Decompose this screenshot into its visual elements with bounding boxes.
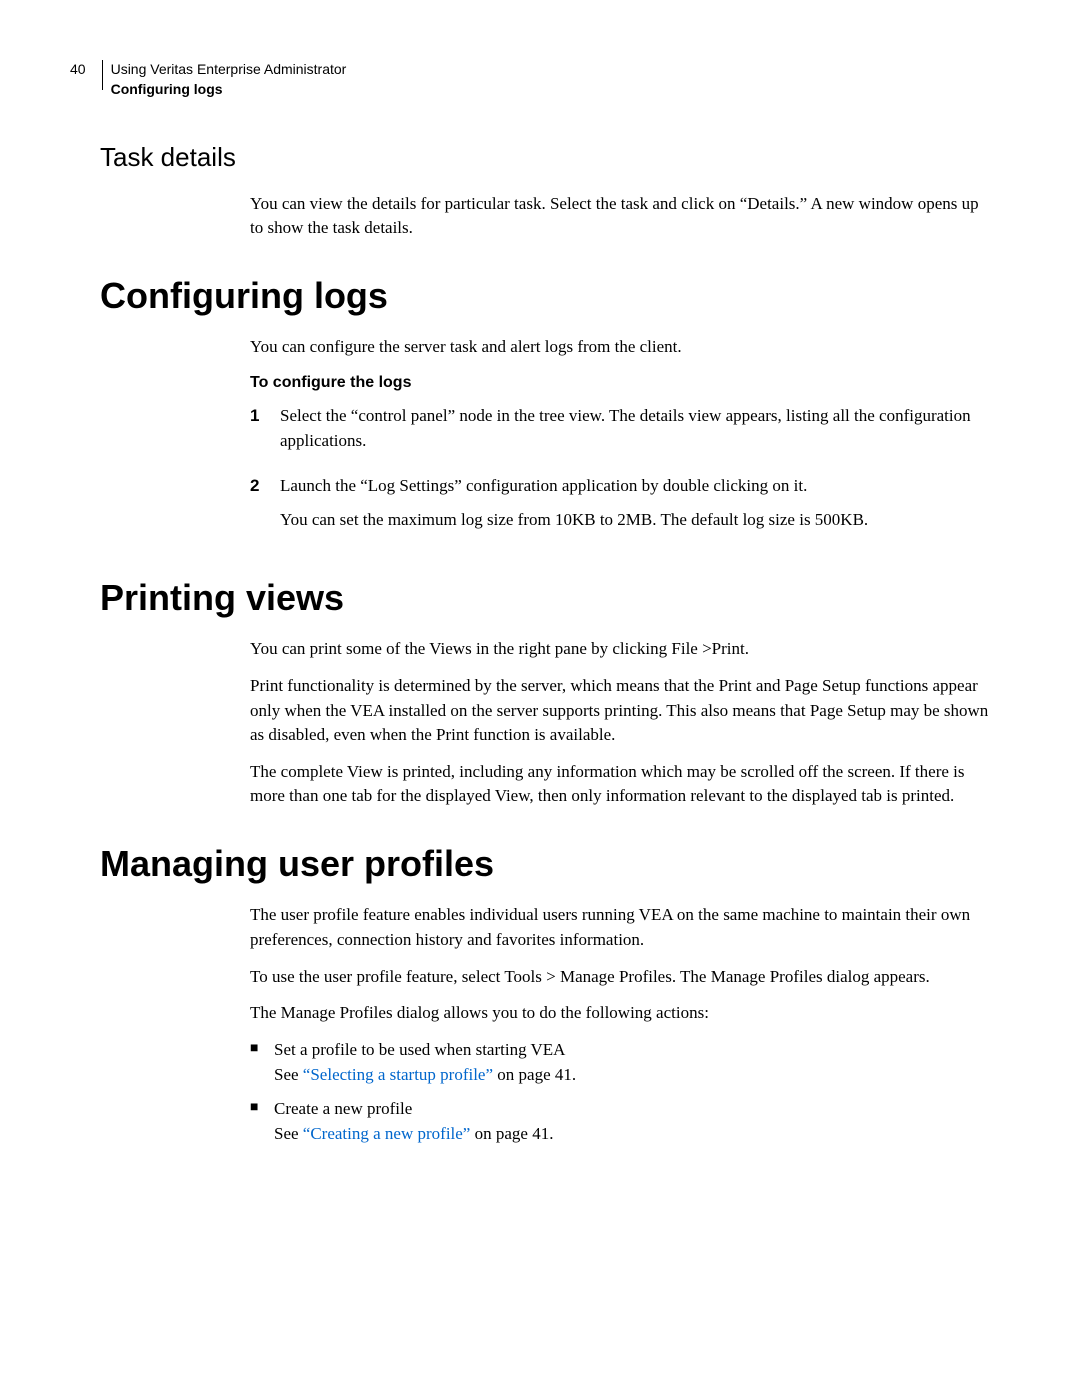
link-creating-new-profile[interactable]: “Creating a new profile” xyxy=(303,1124,471,1143)
bullet-icon: ■ xyxy=(250,1097,274,1146)
profiles-para1: The user profile feature enables individ… xyxy=(250,903,990,952)
page-number: 40 xyxy=(70,60,86,80)
list-item: ■ Set a profile to be used when starting… xyxy=(250,1038,990,1087)
bullet-body: Create a new profile See “Creating a new… xyxy=(274,1097,990,1146)
profiles-para3: The Manage Profiles dialog allows you to… xyxy=(250,1001,990,1026)
header-chapter: Using Veritas Enterprise Administrator xyxy=(111,60,347,80)
step-number: 1 xyxy=(250,404,280,463)
configure-steps-list: 1 Select the “control panel” node in the… xyxy=(250,404,990,543)
page-header: 40 Using Veritas Enterprise Administrato… xyxy=(70,60,990,99)
see-suffix: on page 41. xyxy=(470,1124,553,1143)
see-prefix: See xyxy=(274,1124,303,1143)
task-details-body: You can view the details for particular … xyxy=(250,192,990,241)
see-suffix: on page 41. xyxy=(493,1065,576,1084)
bullet-line1: Set a profile to be used when starting V… xyxy=(274,1040,565,1059)
bullet-icon: ■ xyxy=(250,1038,274,1087)
managing-profiles-heading: Managing user profiles xyxy=(100,839,990,889)
see-prefix: See xyxy=(274,1065,303,1084)
step-item: 2 Launch the “Log Settings” configuratio… xyxy=(250,474,990,543)
configuring-logs-intro: You can configure the server task and al… xyxy=(250,335,990,360)
step-text: Launch the “Log Settings” configuration … xyxy=(280,474,990,499)
step-text: Select the “control panel” node in the t… xyxy=(280,404,990,453)
bullet-line1: Create a new profile xyxy=(274,1099,412,1118)
task-details-heading: Task details xyxy=(100,139,990,175)
printing-views-heading: Printing views xyxy=(100,573,990,623)
header-divider xyxy=(102,60,103,90)
step-body: Select the “control panel” node in the t… xyxy=(280,404,990,463)
list-item: ■ Create a new profile See “Creating a n… xyxy=(250,1097,990,1146)
printing-para1: You can print some of the Views in the r… xyxy=(250,637,990,662)
printing-para2: Print functionality is determined by the… xyxy=(250,674,990,748)
step-number: 2 xyxy=(250,474,280,543)
managing-profiles-body: The user profile feature enables individ… xyxy=(250,903,990,1146)
step-after-text: You can set the maximum log size from 10… xyxy=(280,508,990,533)
step-item: 1 Select the “control panel” node in the… xyxy=(250,404,990,463)
bullet-body: Set a profile to be used when starting V… xyxy=(274,1038,990,1087)
header-text-block: Using Veritas Enterprise Administrator C… xyxy=(111,60,347,99)
printing-para3: The complete View is printed, including … xyxy=(250,760,990,809)
step-body: Launch the “Log Settings” configuration … xyxy=(280,474,990,543)
printing-views-body: You can print some of the Views in the r… xyxy=(250,637,990,809)
profiles-para2: To use the user profile feature, select … xyxy=(250,965,990,990)
configuring-logs-heading: Configuring logs xyxy=(100,271,990,321)
header-section: Configuring logs xyxy=(111,80,347,100)
link-selecting-startup-profile[interactable]: “Selecting a startup profile” xyxy=(303,1065,493,1084)
to-configure-label: To configure the logs xyxy=(250,372,990,394)
configuring-logs-body: You can configure the server task and al… xyxy=(250,335,990,543)
profiles-bullet-list: ■ Set a profile to be used when starting… xyxy=(250,1038,990,1147)
task-details-para: You can view the details for particular … xyxy=(250,192,990,241)
